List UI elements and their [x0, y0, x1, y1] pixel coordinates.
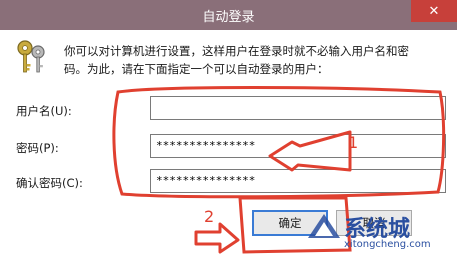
close-icon: ✕ [428, 3, 440, 19]
username-label: 用户名(U): [16, 104, 72, 118]
window-title: 自动登录 [202, 10, 255, 25]
username-field[interactable] [150, 96, 446, 120]
description-text: 你可以对计算机进行设置，这样用户在登录时就不必输入用户名和密码。为此，请在下面指… [64, 44, 409, 76]
watermark-logo-icon [308, 214, 340, 238]
confirm-password-label: 确认密码(C): [16, 176, 83, 190]
watermark-domain: xitongcheng.com [344, 239, 431, 250]
annotation-step-2: 2 [204, 207, 215, 226]
password-field[interactable]: *************** [150, 134, 446, 158]
confirm-password-field[interactable]: *************** [150, 169, 446, 193]
close-button[interactable]: ✕ [411, 0, 457, 22]
title-bar: 自动登录 ✕ [0, 0, 457, 30]
arrow-icon [194, 222, 240, 254]
password-label: 密码(P): [16, 141, 59, 155]
keys-icon [17, 40, 45, 73]
annotation-step-1: 1 [348, 133, 359, 152]
